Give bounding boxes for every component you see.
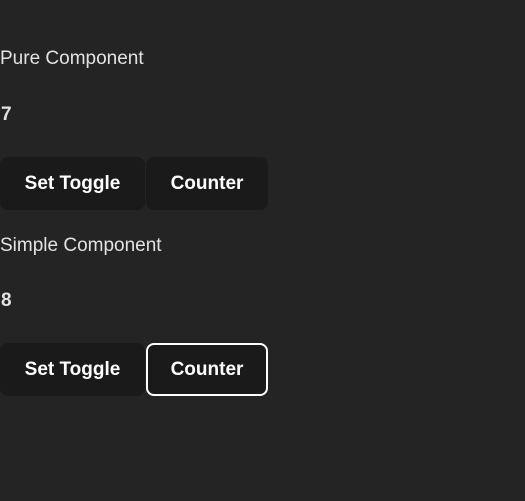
pure-counter-button[interactable]: Counter	[146, 157, 268, 210]
simple-counter-button[interactable]: Counter	[146, 343, 268, 396]
simple-component-count: 8	[1, 290, 12, 311]
simple-component-title: Simple Component	[0, 235, 162, 256]
pure-component-count: 7	[1, 104, 12, 125]
pure-component-title: Pure Component	[0, 48, 144, 69]
pure-set-toggle-button[interactable]: Set Toggle	[0, 157, 145, 210]
simple-set-toggle-button[interactable]: Set Toggle	[0, 343, 145, 396]
